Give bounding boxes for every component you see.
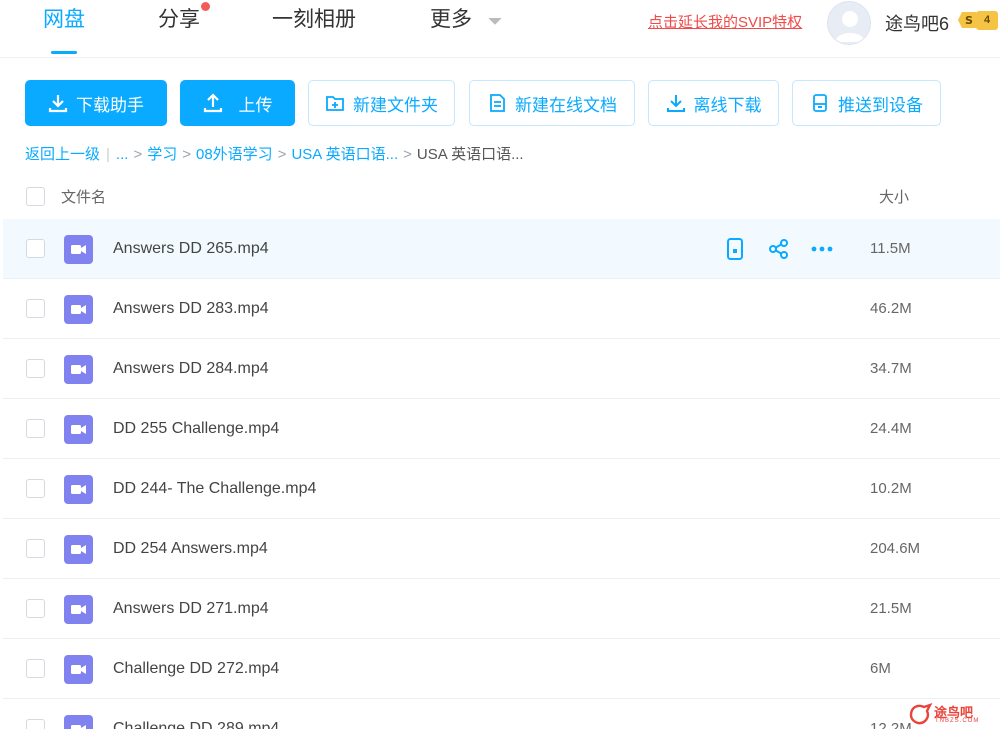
- breadcrumb-item-foreign-language[interactable]: 08外语学习: [196, 143, 273, 164]
- file-size: 34.7M: [870, 360, 912, 377]
- push-to-device-button[interactable]: 推送到设备: [792, 80, 941, 126]
- avatar[interactable]: [827, 1, 871, 45]
- file-size: 10.2M: [870, 480, 912, 497]
- svip-renew-link[interactable]: 点击延长我的SVIP特权: [648, 11, 802, 32]
- offline-download-icon: [666, 95, 685, 112]
- breadcrumb-item-usa-english[interactable]: USA 英语口语...: [291, 143, 398, 164]
- breadcrumb: 返回上一级 |... > 学习 >08外语学习 > USA 英语口语... > USA 英语口语…: [25, 143, 524, 164]
- file-name[interactable]: Answers DD 283.mp4: [113, 300, 269, 318]
- upload-label: 上传: [238, 95, 273, 115]
- row-checkbox[interactable]: [26, 659, 45, 678]
- phone-icon[interactable]: [723, 237, 747, 261]
- table-row[interactable]: Challenge DD 289.mp4 12.2M: [3, 699, 1000, 729]
- file-size: 24.4M: [870, 420, 912, 437]
- file-size: 11.5M: [870, 240, 911, 257]
- upload-icon: [203, 93, 222, 113]
- select-all-checkbox[interactable]: [26, 187, 45, 206]
- row-checkbox[interactable]: [26, 539, 45, 558]
- top-navigation: 网盘 分享 一刻相册 更多 点击延长我的SVIP特权 途鸟吧6 S 4: [0, 0, 1000, 58]
- file-size: 21.5M: [870, 600, 912, 617]
- table-row[interactable]: Answers DD 283.mp4 46.2M: [3, 279, 1000, 339]
- share-icon[interactable]: [767, 237, 791, 261]
- table-row[interactable]: DD 244- The Challenge.mp4 10.2M: [3, 459, 1000, 519]
- document-icon: [490, 94, 505, 112]
- download-icon: [48, 95, 68, 113]
- upload-button[interactable]: 上传: [180, 80, 295, 126]
- video-file-icon: [64, 715, 93, 729]
- tab-share[interactable]: 分享: [158, 2, 210, 46]
- download-assistant-button[interactable]: 下载助手: [25, 80, 167, 126]
- more-options-icon[interactable]: [810, 237, 834, 261]
- new-folder-button[interactable]: 新建文件夹: [308, 80, 455, 126]
- row-checkbox[interactable]: [26, 599, 45, 618]
- row-checkbox[interactable]: [26, 719, 45, 729]
- file-name[interactable]: Answers DD 284.mp4: [113, 360, 269, 378]
- table-row[interactable]: DD 255 Challenge.mp4 24.4M: [3, 399, 1000, 459]
- table-row[interactable]: Challenge DD 272.mp4 6M: [3, 639, 1000, 699]
- file-name[interactable]: Challenge DD 289.mp4: [113, 720, 279, 729]
- file-name[interactable]: Answers DD 271.mp4: [113, 600, 269, 618]
- file-name[interactable]: DD 255 Challenge.mp4: [113, 420, 279, 438]
- user-avatar-icon: [835, 11, 865, 42]
- tab-more[interactable]: 更多: [430, 6, 472, 46]
- video-file-icon: [64, 595, 93, 624]
- table-row[interactable]: Answers DD 284.mp4 34.7M: [3, 339, 1000, 399]
- breadcrumb-current: USA 英语口语...: [416, 146, 524, 163]
- row-checkbox[interactable]: [26, 299, 45, 318]
- watermark: 途鸟吧 TNBZS.COM: [908, 698, 1000, 730]
- chevron-down-icon[interactable]: [487, 16, 503, 26]
- badge-level-text: S: [965, 14, 973, 27]
- file-table-header: 文件名 大小: [0, 178, 1000, 218]
- video-file-icon: [64, 535, 93, 564]
- file-name[interactable]: DD 244- The Challenge.mp4: [113, 480, 316, 498]
- column-header-name[interactable]: 文件名: [61, 186, 106, 207]
- file-name[interactable]: Answers DD 265.mp4: [113, 240, 269, 258]
- username[interactable]: 途鸟吧6: [885, 10, 949, 36]
- new-folder-icon: [326, 96, 344, 111]
- row-checkbox[interactable]: [26, 359, 45, 378]
- offline-download-label: 离线下载: [693, 95, 762, 115]
- tab-share-label: 分享: [158, 8, 200, 31]
- new-online-doc-label: 新建在线文档: [515, 95, 617, 115]
- video-file-icon: [64, 295, 93, 324]
- file-list: Answers DD 265.mp4 11.5M Answers DD 283.…: [3, 219, 1000, 729]
- file-size: 6M: [870, 660, 891, 677]
- video-file-icon: [64, 655, 93, 684]
- file-size: 12.2M: [870, 720, 912, 729]
- tab-netdisk[interactable]: 网盘: [43, 6, 85, 46]
- column-header-size[interactable]: 大小: [879, 186, 909, 207]
- push-to-device-label: 推送到设备: [838, 95, 923, 115]
- download-assistant-label: 下载助手: [76, 95, 144, 115]
- notification-dot: [201, 2, 210, 11]
- table-row[interactable]: Answers DD 271.mp4 21.5M: [3, 579, 1000, 639]
- row-checkbox[interactable]: [26, 419, 45, 438]
- video-file-icon: [64, 475, 93, 504]
- file-name[interactable]: Challenge DD 272.mp4: [113, 660, 279, 678]
- breadcrumb-back[interactable]: 返回上一级: [25, 143, 100, 164]
- watermark-logo-icon: [909, 702, 933, 725]
- new-online-doc-button[interactable]: 新建在线文档: [469, 80, 635, 126]
- video-file-icon: [64, 415, 93, 444]
- tab-album[interactable]: 一刻相册: [272, 6, 356, 46]
- file-size: 46.2M: [870, 300, 912, 317]
- file-size: 204.6M: [870, 540, 921, 557]
- breadcrumb-item-study[interactable]: 学习: [147, 143, 177, 164]
- row-checkbox[interactable]: [26, 239, 45, 258]
- new-folder-label: 新建文件夹: [353, 95, 438, 115]
- device-icon: [813, 94, 827, 112]
- row-checkbox[interactable]: [26, 479, 45, 498]
- video-file-icon: [64, 355, 93, 384]
- file-name[interactable]: DD 254 Answers.mp4: [113, 540, 268, 558]
- svip-level-number: 4: [976, 11, 998, 30]
- table-row[interactable]: Answers DD 265.mp4 11.5M: [3, 219, 1000, 279]
- video-file-icon: [64, 235, 93, 264]
- watermark-subtext: TNBZS.COM: [935, 718, 980, 724]
- table-row[interactable]: DD 254 Answers.mp4 204.6M: [3, 519, 1000, 579]
- breadcrumb-ellipsis[interactable]: ...: [116, 146, 129, 163]
- offline-download-button[interactable]: 离线下载: [648, 80, 779, 126]
